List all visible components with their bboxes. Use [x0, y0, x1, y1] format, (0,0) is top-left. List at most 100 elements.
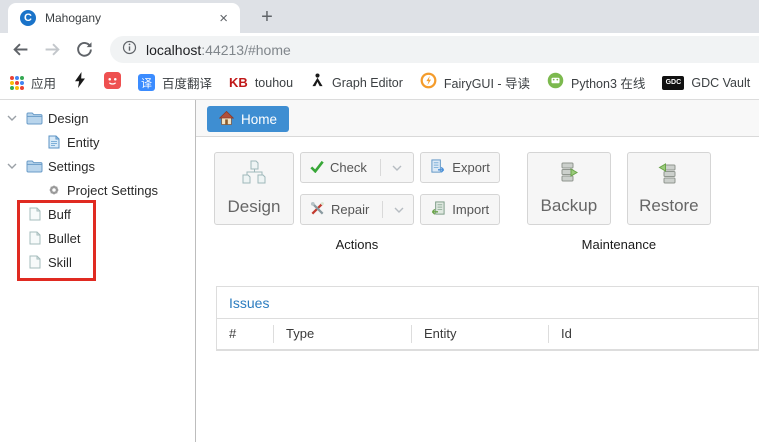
import-button-label: Import — [452, 202, 489, 217]
browser-tab[interactable]: C Mahogany × — [8, 3, 240, 33]
tree-item-label: Entity — [67, 135, 100, 150]
restore-button-label: Restore — [639, 196, 699, 216]
tree-item-skill[interactable]: Skill — [0, 250, 195, 274]
chevron-down-icon[interactable] — [5, 115, 19, 122]
check-button-label: Check — [330, 160, 367, 175]
page-tab-bar: Home — [196, 100, 759, 137]
lightning-icon — [73, 72, 87, 93]
issues-table-header: # Type Entity Id — [217, 319, 758, 350]
bookmark-baidu-translate[interactable]: 译 百度翻译 — [138, 73, 212, 92]
repair-button-label: Repair — [331, 202, 369, 217]
import-icon — [430, 201, 446, 219]
kb-icon: KB — [229, 75, 248, 90]
info-icon[interactable] — [122, 40, 137, 60]
actions-group-label: Actions — [336, 237, 379, 252]
url-text: localhost:44213/#home — [146, 42, 291, 58]
bookmark-fairygui[interactable]: FairyGUI - 导读 — [420, 72, 530, 94]
split-separator — [380, 159, 381, 176]
reload-icon[interactable] — [72, 38, 96, 62]
baidu-translate-icon: 译 — [138, 74, 155, 91]
sidebar-tree: Design Entity Settings Project Settings — [0, 100, 196, 442]
tab-home-label: Home — [241, 112, 277, 127]
bookmark-lightning[interactable] — [73, 72, 87, 93]
bookmark-label: GDC Vault — [691, 76, 750, 90]
fairygui-icon — [420, 72, 437, 94]
bookmark-graph-editor[interactable]: Graph Editor — [310, 72, 403, 93]
browser-tab-strip: C Mahogany × + — [0, 0, 759, 33]
home-icon — [219, 111, 234, 128]
chevron-down-icon[interactable] — [394, 202, 404, 217]
address-bar[interactable]: localhost:44213/#home — [110, 36, 759, 63]
red-face-icon — [104, 72, 121, 94]
actions-group: Design Check — [214, 152, 500, 252]
split-separator — [382, 201, 383, 218]
page-icon — [26, 255, 43, 269]
bookmark-label: 应用 — [31, 73, 56, 92]
design-button-label: Design — [228, 197, 281, 217]
bookmark-apps[interactable]: 应用 — [10, 73, 56, 92]
column-header-type[interactable]: Type — [274, 325, 412, 343]
database-restore-icon — [657, 161, 681, 190]
gear-icon — [45, 183, 62, 197]
chevron-down-icon[interactable] — [392, 160, 402, 175]
bookmark-label: Graph Editor — [332, 76, 403, 90]
bookmark-label: FairyGUI - 导读 — [444, 73, 530, 92]
maintenance-group-label: Maintenance — [582, 237, 656, 252]
bookmark-touhou[interactable]: KB touhou — [229, 75, 293, 90]
bookmarks-bar: 应用 译 百度翻译 KB touhou Graph Editor FairyGU… — [0, 66, 759, 100]
tree-item-label: Project Settings — [67, 183, 158, 198]
export-button-label: Export — [452, 160, 490, 175]
issues-panel: Issues # Type Entity Id — [216, 286, 759, 351]
backup-button[interactable]: Backup — [527, 152, 611, 225]
tree-item-project-settings[interactable]: Project Settings — [0, 178, 195, 202]
site-favicon: C — [20, 10, 36, 26]
bookmark-label: 百度翻译 — [162, 73, 212, 92]
repair-tools-icon — [310, 201, 325, 219]
backup-button-label: Backup — [541, 196, 598, 216]
column-header-number[interactable]: # — [217, 325, 274, 343]
python-icon — [547, 72, 564, 94]
page-content: Design Entity Settings Project Settings — [0, 100, 759, 442]
check-button[interactable]: Check — [300, 152, 414, 183]
issues-title: Issues — [217, 287, 758, 319]
tree-item-label: Design — [48, 111, 88, 126]
bookmark-gdc-vault[interactable]: GDC GDC Vault — [662, 76, 750, 90]
folder-icon — [26, 111, 43, 125]
browser-nav-toolbar: localhost:44213/#home — [0, 33, 759, 66]
hierarchy-icon — [240, 160, 268, 191]
tree-item-bullet[interactable]: Bullet — [0, 226, 195, 250]
bookmark-label: Python3 在线 — [571, 73, 645, 92]
gdc-icon: GDC — [662, 76, 684, 90]
chevron-down-icon[interactable] — [5, 163, 19, 170]
tree-item-label: Buff — [48, 207, 71, 222]
bookmark-label: touhou — [255, 76, 293, 90]
export-button[interactable]: Export — [420, 152, 500, 183]
page-icon — [26, 207, 43, 221]
check-icon — [310, 160, 324, 176]
tree-item-design[interactable]: Design — [0, 106, 195, 130]
folder-icon — [26, 159, 43, 173]
import-button[interactable]: Import — [420, 194, 500, 225]
repair-button[interactable]: Repair — [300, 194, 414, 225]
back-icon[interactable] — [8, 38, 32, 62]
maintenance-group: Backup Restore Maintenance — [527, 152, 711, 252]
tab-title: Mahogany — [45, 11, 215, 25]
tab-close-icon[interactable]: × — [215, 10, 232, 27]
new-tab-button[interactable]: + — [254, 4, 280, 30]
tree-item-label: Skill — [48, 255, 72, 270]
design-button[interactable]: Design — [214, 152, 294, 225]
person-icon — [310, 72, 325, 93]
bookmark-red-face[interactable] — [104, 72, 121, 94]
tree-item-buff[interactable]: Buff — [0, 202, 195, 226]
main-panel: Home Design — [196, 100, 759, 442]
ribbon-toolbar: Design Check — [196, 137, 759, 252]
column-header-id[interactable]: Id — [549, 325, 758, 343]
document-icon — [45, 135, 62, 149]
page-icon — [26, 231, 43, 245]
column-header-entity[interactable]: Entity — [412, 325, 549, 343]
tab-home[interactable]: Home — [207, 106, 289, 132]
tree-item-entity[interactable]: Entity — [0, 130, 195, 154]
tree-item-settings[interactable]: Settings — [0, 154, 195, 178]
bookmark-python3[interactable]: Python3 在线 — [547, 72, 645, 94]
restore-button[interactable]: Restore — [627, 152, 711, 225]
